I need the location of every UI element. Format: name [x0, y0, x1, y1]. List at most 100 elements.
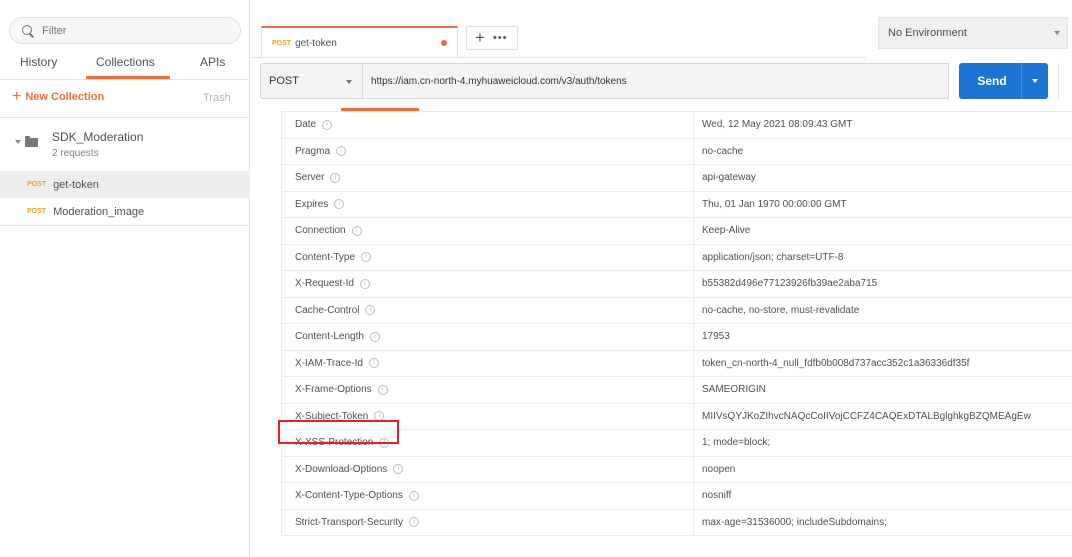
request-item-moderation-image[interactable]: POST Moderation_image	[0, 198, 250, 225]
header-value[interactable]: 1; mode=block;	[702, 437, 770, 448]
send-options-button[interactable]	[1022, 63, 1048, 99]
environment-select[interactable]: No Environment	[878, 17, 1068, 49]
header-key-label[interactable]: X-Request-Id	[295, 278, 354, 289]
divider	[693, 509, 694, 536]
divider	[693, 403, 694, 430]
header-key-label[interactable]: Server	[295, 172, 324, 183]
collection-item[interactable]: SDK_Moderation 2 requests	[0, 126, 250, 166]
divider	[693, 165, 694, 191]
chevron-down-icon	[1054, 31, 1060, 35]
table-row: Content-Length i 17953	[281, 324, 1072, 351]
table-row: X-XSS-Protection i 1; mode=block;	[281, 430, 1072, 457]
header-key-label[interactable]: X-IAM-Trace-Id	[295, 358, 363, 369]
header-value[interactable]: b55382d496e77123926fb39ae2aba715	[702, 278, 877, 289]
info-icon[interactable]: i	[368, 358, 379, 368]
header-key-label[interactable]: Strict-Transport-Security	[295, 517, 403, 528]
plus-icon: +	[12, 88, 22, 105]
info-icon[interactable]: i	[361, 252, 372, 262]
header-key-label[interactable]: X-Frame-Options	[295, 384, 372, 395]
header-key-label[interactable]: Pragma	[295, 146, 330, 157]
header-value[interactable]: api-gateway	[702, 172, 756, 183]
table-row: Strict-Transport-Security i max-age=315360…	[281, 509, 1072, 536]
info-icon[interactable]: i	[377, 384, 388, 395]
header-value[interactable]: nosniff	[702, 490, 731, 501]
header-value[interactable]: application/json; charset=UTF-8	[702, 252, 843, 263]
header-key-label[interactable]: Date	[295, 119, 316, 130]
header-value[interactable]: max-age=31536000; includeSubdomains;	[702, 517, 887, 528]
header-value[interactable]: no-cache	[702, 146, 743, 157]
header-value[interactable]: 17953	[702, 331, 730, 342]
header-key: X-Frame-Options i	[295, 384, 388, 395]
new-collection-button[interactable]: + New Collection	[12, 88, 104, 105]
header-value[interactable]: Thu, 01 Jan 1970 00:00:00 GMT	[702, 199, 847, 210]
info-icon[interactable]: i	[351, 225, 362, 236]
header-key: X-Download-Options i	[295, 464, 404, 475]
header-key: X-Content-Type-Options i	[295, 490, 419, 501]
info-icon[interactable]: i	[393, 464, 404, 474]
method-select[interactable]: POST	[260, 63, 363, 99]
header-key: Content-Type i	[295, 252, 372, 263]
table-row: Server i api-gateway	[281, 165, 1072, 192]
divider	[0, 79, 250, 80]
header-value[interactable]: noopen	[702, 464, 735, 475]
divider	[693, 244, 694, 271]
info-icon[interactable]: i	[408, 517, 419, 527]
search-icon	[21, 24, 35, 38]
table-row: Pragma i no-cache	[281, 138, 1072, 165]
url-input[interactable]: https://iam.cn-north-4.myhuaweicloud.com…	[363, 63, 949, 99]
info-icon[interactable]: i	[322, 119, 333, 130]
header-key-label[interactable]: X-Download-Options	[295, 464, 387, 475]
table-row: X-Frame-Options i SAMEORIGIN	[281, 377, 1072, 404]
header-key-label[interactable]: X-Content-Type-Options	[295, 490, 403, 501]
info-icon[interactable]: i	[359, 278, 370, 289]
header-value[interactable]: MIIVsQYJKoZIhvcNAQcCoIIVojCCFZ4CAQExDTAL…	[702, 411, 1031, 422]
divider	[0, 117, 250, 118]
header-key: Expires i	[295, 199, 345, 210]
request-name: get-token	[53, 178, 99, 191]
tab-apis[interactable]: APIs	[200, 55, 225, 69]
send-button[interactable]: Send	[959, 74, 1021, 88]
header-key: Content-Length i	[295, 331, 380, 342]
tab-history[interactable]: History	[20, 55, 57, 69]
table-row: X-Request-Id i b55382d496e77123926fb39ae2a…	[281, 271, 1072, 298]
info-icon[interactable]: i	[336, 146, 347, 156]
environment-label: No Environment	[888, 27, 967, 39]
header-value[interactable]: Keep-Alive	[702, 225, 750, 236]
info-icon[interactable]: i	[369, 331, 380, 342]
info-icon[interactable]: i	[408, 490, 419, 501]
header-key-label[interactable]: Content-Length	[295, 331, 364, 342]
response-headers-table: Date i Wed, 12 May 2021 08:09:43 GMT Pragma…	[281, 111, 1072, 536]
divider	[693, 191, 694, 218]
divider	[693, 324, 694, 350]
tab-collections[interactable]: Collections	[96, 55, 155, 69]
url-text: https://iam.cn-north-4.myhuaweicloud.com…	[371, 75, 627, 87]
more-tabs-button[interactable]: •••	[493, 32, 508, 44]
header-key-label[interactable]: Content-Type	[295, 252, 355, 263]
header-value[interactable]: SAMEORIGIN	[702, 384, 766, 395]
request-item-get-token[interactable]: POST get-token	[0, 171, 250, 198]
header-value[interactable]: no-cache, no-store, must-revalidate	[702, 305, 859, 316]
add-tab-button[interactable]: +	[475, 29, 485, 46]
divider	[693, 430, 694, 456]
header-value[interactable]: token_cn-north-4_null_fdfb0b008d737acc35…	[702, 358, 969, 369]
divider	[693, 271, 694, 297]
trash-button[interactable]: Trash	[203, 92, 231, 104]
filter-input[interactable]	[42, 24, 222, 37]
info-icon[interactable]: i	[334, 199, 345, 209]
header-key-label[interactable]: Expires	[295, 199, 328, 210]
unsaved-dot-icon[interactable]	[441, 40, 447, 46]
request-tab[interactable]: POST get-token	[261, 26, 458, 58]
table-row: Connection i Keep-Alive	[281, 218, 1072, 245]
header-key-label[interactable]: Cache-Control	[295, 305, 359, 316]
table-row: X-Download-Options i noopen	[281, 456, 1072, 483]
info-icon[interactable]: i	[330, 172, 341, 183]
divider	[693, 138, 694, 165]
header-value[interactable]: Wed, 12 May 2021 08:09:43 GMT	[702, 119, 852, 130]
sidebar: History Collections APIs + New Collectio…	[0, 0, 250, 557]
info-icon[interactable]: i	[365, 305, 376, 315]
header-key: Pragma i	[295, 146, 347, 157]
divider	[693, 350, 694, 377]
header-key-label[interactable]: Connection	[295, 225, 346, 236]
filter-box[interactable]	[9, 17, 241, 44]
chevron-down-icon[interactable]	[15, 140, 21, 144]
